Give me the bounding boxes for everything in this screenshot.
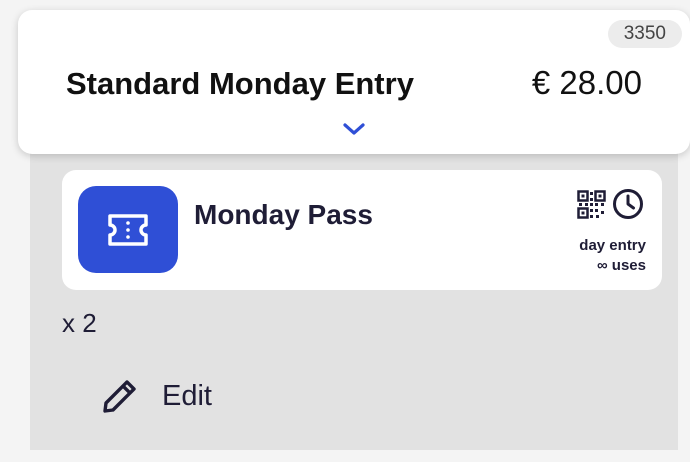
pass-card: Monday Pass day entry ∞ uses (62, 170, 662, 290)
qr-code-icon (577, 190, 606, 219)
product-id-badge: 3350 (607, 20, 682, 48)
ticket-icon (108, 213, 148, 246)
clock-icon (613, 189, 643, 219)
edit-button[interactable]: Edit (100, 376, 212, 416)
quantity-label: x 2 (62, 308, 97, 338)
pass-name: Monday Pass (194, 199, 373, 230)
product-title: Standard Monday Entry (66, 66, 414, 101)
pass-icon-tile (78, 186, 178, 273)
pass-uses: ∞ uses (596, 257, 646, 274)
edit-label: Edit (162, 379, 212, 412)
product-price: € 28.00 (531, 64, 642, 101)
pass-meta: day entry ∞ uses (579, 236, 646, 276)
chevron-down-icon[interactable] (342, 122, 366, 136)
pencil-icon (103, 380, 136, 413)
product-header-card[interactable]: 3350 Standard Monday Entry € 28.00 (18, 10, 690, 154)
pass-validity: day entry (579, 237, 646, 254)
